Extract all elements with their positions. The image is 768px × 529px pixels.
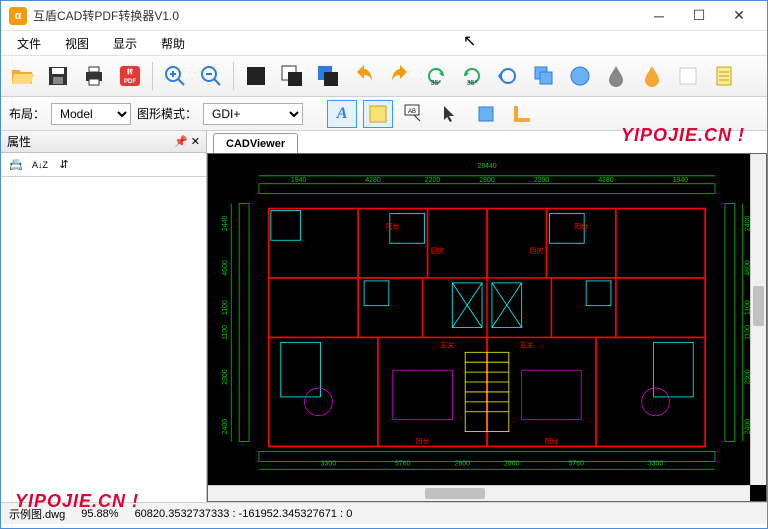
svg-text:5760: 5760 <box>569 460 585 467</box>
rotate-button[interactable] <box>491 59 525 93</box>
svg-text:2400: 2400 <box>222 419 229 435</box>
properties-panel: 属性 📌 ✕ 📇 A↓Z ⇵ <box>1 131 207 502</box>
svg-text:2800: 2800 <box>504 460 520 467</box>
layout-label: 布局： <box>9 105 45 122</box>
svg-text:3300: 3300 <box>321 460 337 467</box>
svg-text:1940: 1940 <box>673 177 689 184</box>
vertical-scrollbar[interactable] <box>750 154 766 485</box>
secondary-toolbar: 布局： Model 图形模式： GDI+ A AB <box>1 97 767 131</box>
zoom-out-button[interactable] <box>194 59 228 93</box>
menu-help[interactable]: 帮助 <box>151 33 195 54</box>
redo-button[interactable] <box>383 59 417 93</box>
svg-text:2800: 2800 <box>479 177 495 184</box>
svg-text:28440: 28440 <box>477 163 496 170</box>
cad-canvas[interactable]: 28440 1940 4280 2200 2800 2200 4280 1940… <box>207 153 767 502</box>
menu-display[interactable]: 显示 <box>103 33 147 54</box>
window-title: 互盾CAD转PDF转换器V1.0 <box>33 7 179 24</box>
pin-icon[interactable]: 📌 ✕ <box>174 135 200 148</box>
rect-yellow-button[interactable] <box>363 100 393 128</box>
circle-blue-button[interactable] <box>563 59 597 93</box>
drop-gray-button[interactable] <box>599 59 633 93</box>
floor-plan-drawing: 28440 1940 4280 2200 2800 2200 4280 1940… <box>208 154 766 501</box>
menu-bar: 文件 视图 显示 帮助 <box>1 31 767 55</box>
status-zoom: 95.88% <box>81 508 118 520</box>
svg-text:1100: 1100 <box>222 325 229 340</box>
svg-text:1940: 1940 <box>291 177 307 184</box>
status-coordinates: 60820.3532737333 : -161952.345327671 : 0 <box>135 508 353 520</box>
layers-button[interactable] <box>527 59 561 93</box>
save-button[interactable] <box>41 59 75 93</box>
maximize-button[interactable]: ☐ <box>679 2 719 30</box>
annotate-abc-button[interactable]: AB <box>399 100 429 128</box>
svg-text:2800: 2800 <box>454 460 470 467</box>
graphics-mode-label: 图形模式： <box>137 105 197 122</box>
drop-orange-button[interactable] <box>635 59 669 93</box>
properties-title: 属性 <box>7 133 31 150</box>
print-button[interactable] <box>77 59 111 93</box>
horizontal-scrollbar[interactable] <box>208 485 750 501</box>
svg-text:2200: 2200 <box>534 177 550 184</box>
cursor-tool-button[interactable] <box>435 100 465 128</box>
svg-text:35°: 35° <box>467 79 478 87</box>
svg-text:1100: 1100 <box>222 300 229 315</box>
angle-tool-button[interactable] <box>507 100 537 128</box>
svg-text:转: 转 <box>127 68 133 76</box>
square-blue-button[interactable] <box>471 100 501 128</box>
svg-text:玄关: 玄关 <box>520 340 534 349</box>
tab-cadviewer[interactable]: CADViewer <box>213 133 298 153</box>
svg-text:4280: 4280 <box>365 177 381 184</box>
svg-text:厨房: 厨房 <box>530 246 544 255</box>
menu-file[interactable]: 文件 <box>7 33 51 54</box>
svg-text:AB: AB <box>408 109 416 115</box>
svg-text:4600: 4600 <box>222 260 229 276</box>
zoom-in-button[interactable] <box>158 59 192 93</box>
svg-text:厨房: 厨房 <box>430 246 444 255</box>
svg-text:阳台: 阳台 <box>574 221 588 230</box>
svg-text:35°: 35° <box>431 79 442 87</box>
svg-text:阳台: 阳台 <box>416 436 430 445</box>
background-black-button[interactable] <box>239 59 273 93</box>
svg-text:PDF: PDF <box>124 79 136 85</box>
svg-text:玄关: 玄关 <box>440 340 454 349</box>
status-filename: 示例图.dwg <box>9 506 65 522</box>
prop-sort-category-button[interactable]: 📇 <box>5 155 27 175</box>
prop-sort-alpha-button[interactable]: A↓Z <box>29 155 51 175</box>
background-color-button[interactable] <box>311 59 345 93</box>
undo-button[interactable] <box>347 59 381 93</box>
notepad-button[interactable] <box>707 59 741 93</box>
app-icon: α <box>9 7 27 25</box>
blank-tool-button[interactable] <box>671 59 705 93</box>
background-bw-button[interactable] <box>275 59 309 93</box>
svg-text:阳台: 阳台 <box>545 436 559 445</box>
svg-text:4280: 4280 <box>598 177 614 184</box>
rotate-right-35-button[interactable]: 35° <box>455 59 489 93</box>
convert-pdf-button[interactable]: 转 PDF <box>113 59 147 93</box>
svg-text:5760: 5760 <box>395 460 411 467</box>
minimize-button[interactable]: ─ <box>639 2 679 30</box>
svg-text:阳台: 阳台 <box>386 221 400 230</box>
svg-text:2300: 2300 <box>222 369 229 385</box>
close-button[interactable]: ✕ <box>719 2 759 30</box>
menu-view[interactable]: 视图 <box>55 33 99 54</box>
properties-body <box>1 177 206 502</box>
open-file-button[interactable] <box>5 59 39 93</box>
graphics-mode-select[interactable]: GDI+ <box>203 103 303 125</box>
main-toolbar: 转 PDF 35° 35° <box>1 55 767 97</box>
svg-text:2440: 2440 <box>222 216 229 232</box>
prop-sort-other-button[interactable]: ⇵ <box>53 155 75 175</box>
status-bar: 示例图.dwg 95.88% 60820.3532737333 : -16195… <box>1 502 767 524</box>
layout-select[interactable]: Model <box>51 103 131 125</box>
rotate-left-35-button[interactable]: 35° <box>419 59 453 93</box>
viewer-tabstrip: CADViewer <box>207 131 767 153</box>
svg-text:2200: 2200 <box>425 177 441 184</box>
svg-text:3300: 3300 <box>648 460 664 467</box>
text-tool-a-button[interactable]: A <box>327 100 357 128</box>
